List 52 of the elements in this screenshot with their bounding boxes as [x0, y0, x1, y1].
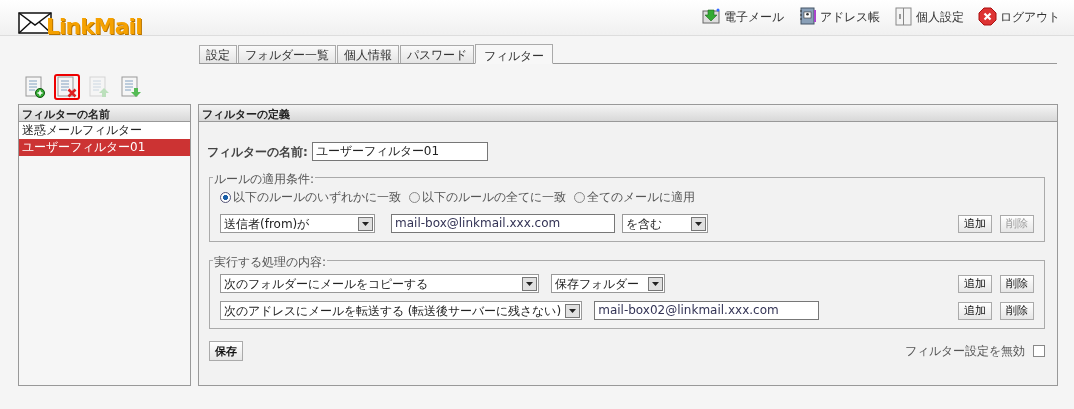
dropdown-arrow-icon — [695, 221, 702, 226]
radio-option[interactable]: 全てのメールに適用 — [574, 188, 695, 206]
tab[interactable]: パスワード — [400, 45, 474, 63]
address-book-icon — [798, 7, 817, 26]
button[interactable]: 追加 — [958, 214, 992, 233]
radio-button[interactable] — [409, 191, 420, 203]
dropdown-arrow-icon — [652, 281, 659, 286]
nav-link[interactable]: 電子メール — [702, 7, 784, 26]
tab[interactable]: フォルダー一覧 — [238, 45, 336, 63]
save-button[interactable]: 保存 — [209, 341, 243, 361]
close-icon — [978, 7, 997, 26]
dropdown-arrow-icon — [569, 308, 577, 313]
add-document-icon — [24, 76, 46, 98]
nav-link[interactable]: アドレス帳 — [798, 7, 880, 26]
dropdown-arrow-icon — [362, 221, 369, 226]
nav-link[interactable]: 個人設定 — [894, 7, 964, 26]
value-field[interactable]: mail-box@linkmail.xxx.com — [391, 214, 615, 233]
delete-document-icon — [56, 76, 78, 98]
checkbox-label: フィルター設定を無効 — [905, 343, 1025, 360]
tab[interactable]: 設定 — [199, 45, 237, 63]
tab[interactable]: フィルター — [475, 44, 553, 64]
select-field[interactable]: 次のフォルダーにメールをコピーする — [220, 274, 539, 293]
nav-link[interactable]: ログアウト — [978, 7, 1060, 26]
value-field[interactable]: mail-box02@linkmail.xxx.com — [594, 301, 820, 320]
radio-label: 全てのメールに適用 — [587, 189, 695, 206]
panel-header: フィルターの名前 — [19, 105, 190, 122]
button[interactable]: 追加 — [958, 301, 992, 320]
panel-icon — [894, 7, 913, 26]
select-field[interactable]: 送信者(from)が — [220, 214, 375, 233]
toolbar-button[interactable] — [54, 74, 80, 100]
fieldset-legend: 実行する処理の内容: — [213, 253, 328, 271]
radio-button[interactable] — [574, 191, 585, 203]
mail-download-icon — [702, 7, 721, 26]
fieldset-legend: ルールの適用条件: — [213, 170, 316, 188]
move-up-icon — [88, 76, 110, 98]
list-item[interactable]: 迷惑メールフィルター — [19, 122, 190, 139]
panel-header: フィルターの定義 — [199, 105, 1057, 122]
radio-button[interactable] — [220, 191, 231, 203]
move-down-icon — [120, 76, 142, 98]
list-item[interactable]: ユーザーフィルター01 — [19, 139, 190, 156]
button[interactable]: 削除 — [1000, 274, 1034, 293]
dropdown-arrow-icon — [526, 281, 533, 286]
button[interactable]: 削除 — [1000, 301, 1034, 320]
toolbar-button[interactable] — [22, 74, 48, 100]
button[interactable]: 追加 — [958, 274, 992, 293]
select-field[interactable]: 次のアドレスにメールを転送する (転送後サーバーに残さない) — [220, 301, 583, 320]
field-label: フィルターの名前: — [207, 143, 308, 161]
tab[interactable]: 個人情報 — [337, 45, 399, 63]
select-field[interactable]: を含む — [622, 214, 708, 233]
name-field[interactable]: ユーザーフィルター01 — [311, 142, 488, 161]
checkbox[interactable] — [1033, 345, 1045, 357]
select-field[interactable]: 保存フォルダー — [551, 274, 665, 293]
